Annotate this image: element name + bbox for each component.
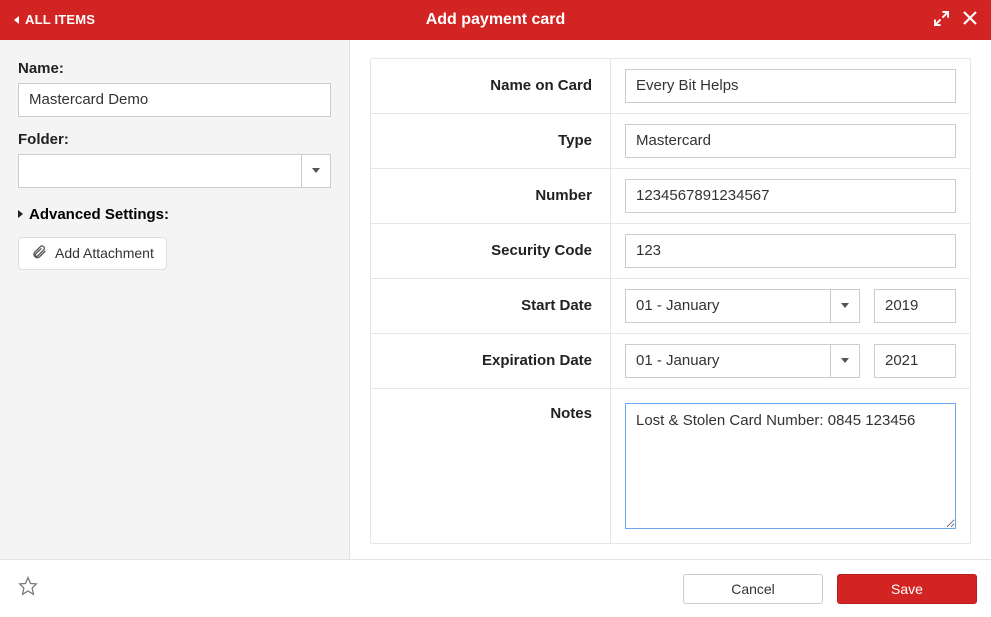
folder-label: Folder: xyxy=(18,131,331,148)
expand-icon[interactable] xyxy=(934,11,949,29)
security-code-label: Security Code xyxy=(371,224,611,278)
back-label: ALL ITEMS xyxy=(25,12,95,27)
name-label: Name: xyxy=(18,60,331,77)
expiration-date-label: Expiration Date xyxy=(371,334,611,388)
notes-textarea[interactable] xyxy=(625,403,956,529)
add-attachment-button[interactable]: Add Attachment xyxy=(18,237,167,270)
left-panel: Name: Folder: Advanced Settings: Add Att… xyxy=(0,40,350,559)
chevron-right-icon xyxy=(18,210,23,218)
name-on-card-input[interactable] xyxy=(625,69,956,103)
exp-month-dropdown[interactable] xyxy=(830,344,860,378)
chevron-down-icon xyxy=(841,303,849,308)
folder-dropdown-button[interactable] xyxy=(301,154,331,188)
main-content: Name: Folder: Advanced Settings: Add Att… xyxy=(0,40,991,559)
exp-month-input[interactable] xyxy=(625,344,830,378)
advanced-settings-toggle[interactable]: Advanced Settings: xyxy=(18,206,331,223)
back-all-items[interactable]: ALL ITEMS xyxy=(14,12,95,27)
type-input[interactable] xyxy=(625,124,956,158)
add-attachment-label: Add Attachment xyxy=(55,245,154,261)
chevron-down-icon xyxy=(841,358,849,363)
start-month-input[interactable] xyxy=(625,289,830,323)
chevron-down-icon xyxy=(312,168,320,173)
name-on-card-label: Name on Card xyxy=(371,59,611,113)
start-date-label: Start Date xyxy=(371,279,611,333)
number-label: Number xyxy=(371,169,611,223)
favorite-star-button[interactable] xyxy=(14,572,42,605)
close-icon[interactable] xyxy=(963,11,977,28)
notes-label: Notes xyxy=(371,389,611,543)
number-input[interactable] xyxy=(625,179,956,213)
advanced-settings-label: Advanced Settings: xyxy=(29,206,169,223)
start-month-dropdown[interactable] xyxy=(830,289,860,323)
title-bar: ALL ITEMS Add payment card xyxy=(0,0,991,40)
card-form: Name on Card Type Number Security Code xyxy=(370,58,971,544)
paperclip-icon xyxy=(31,244,47,263)
type-label: Type xyxy=(371,114,611,168)
folder-input[interactable] xyxy=(18,154,301,188)
save-button[interactable]: Save xyxy=(837,574,977,604)
name-input[interactable] xyxy=(18,83,331,117)
start-year-input[interactable] xyxy=(874,289,956,323)
exp-year-input[interactable] xyxy=(874,344,956,378)
chevron-left-icon xyxy=(14,16,19,24)
cancel-button[interactable]: Cancel xyxy=(683,574,823,604)
footer-bar: Cancel Save xyxy=(0,559,991,617)
form-panel: Name on Card Type Number Security Code xyxy=(350,40,991,559)
window-title: Add payment card xyxy=(426,11,566,29)
security-code-input[interactable] xyxy=(625,234,956,268)
